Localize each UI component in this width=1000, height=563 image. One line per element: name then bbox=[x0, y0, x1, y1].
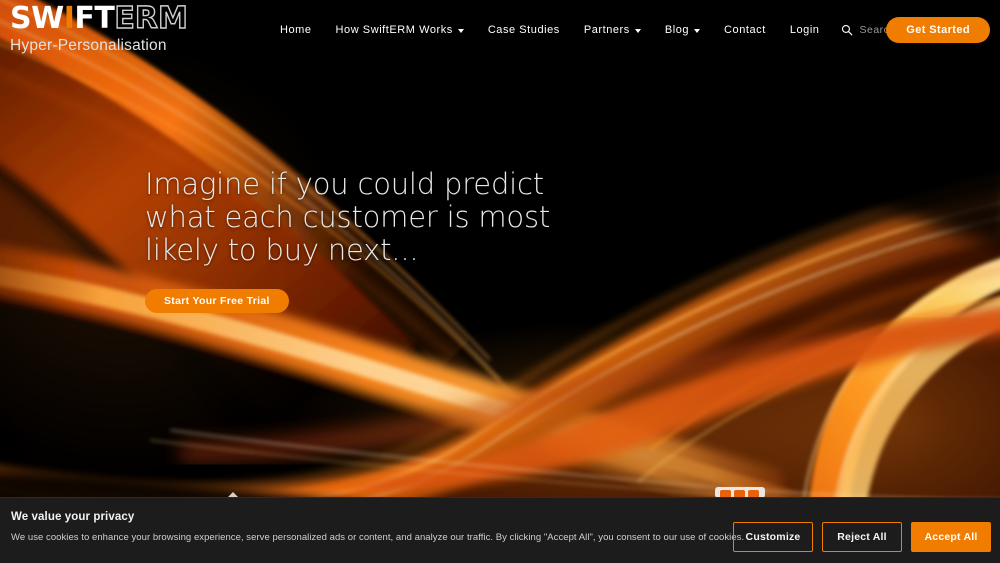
nav-item-home[interactable]: Home bbox=[268, 0, 324, 60]
accept-all-cookies-button[interactable]: Accept All bbox=[911, 522, 991, 552]
hero-heading-line-3: likely to buy next... bbox=[145, 233, 419, 267]
nav-item-how-swifterm-works[interactable]: How SwiftERM Works bbox=[324, 0, 476, 60]
nav-label: Case Studies bbox=[487, 24, 560, 36]
nav-item-blog[interactable]: Blog bbox=[653, 0, 712, 60]
logo-tagline: Hyper-Personalisation bbox=[10, 37, 167, 54]
cookie-consent-banner: We value your privacy We use cookies to … bbox=[0, 497, 1000, 563]
page-root: SWIFTERM Hyper-Personalisation Home How … bbox=[0, 0, 1000, 563]
nav-label: Home bbox=[280, 24, 312, 36]
hero-section: Imagine if you could predict what each c… bbox=[145, 168, 550, 313]
nav-label: How SwiftERM Works bbox=[335, 24, 453, 36]
site-header: SWIFTERM Hyper-Personalisation Home How … bbox=[0, 0, 1000, 60]
search-icon bbox=[842, 24, 853, 36]
main-navigation: Home How SwiftERM Works Case Studies Par… bbox=[268, 0, 916, 60]
logo-swift-text: SWIFT bbox=[10, 1, 115, 36]
get-started-button[interactable]: Get Started bbox=[886, 17, 990, 43]
logo-wordmark: SWIFTERM bbox=[10, 1, 189, 36]
site-logo[interactable]: SWIFTERM Hyper-Personalisation bbox=[10, 1, 189, 55]
hero-heading: Imagine if you could predict what each c… bbox=[145, 168, 550, 267]
start-free-trial-button[interactable]: Start Your Free Trial bbox=[145, 289, 289, 313]
nav-label: Blog bbox=[664, 24, 690, 36]
nav-label: Login bbox=[789, 24, 820, 36]
hero-heading-line-2: what each customer is most bbox=[145, 200, 551, 234]
hero-heading-line-1: Imagine if you could predict bbox=[145, 167, 544, 201]
partner-badge-partial bbox=[715, 484, 765, 498]
cookie-banner-title: We value your privacy bbox=[11, 511, 135, 523]
nav-item-contact[interactable]: Contact bbox=[712, 0, 778, 60]
cookie-banner-body: We use cookies to enhance your browsing … bbox=[11, 532, 745, 543]
nav-item-login[interactable]: Login bbox=[778, 0, 832, 60]
nav-item-case-studies[interactable]: Case Studies bbox=[476, 0, 572, 60]
reject-all-cookies-button[interactable]: Reject All bbox=[822, 522, 902, 552]
logo-i-accent: I bbox=[63, 1, 75, 36]
cookie-banner-actions: Customize Reject All Accept All bbox=[733, 522, 991, 552]
nav-label: Partners bbox=[583, 24, 630, 36]
nav-label: Contact bbox=[724, 24, 766, 36]
chevron-down-icon bbox=[694, 28, 701, 33]
customize-cookies-button[interactable]: Customize bbox=[733, 522, 813, 552]
chevron-down-icon bbox=[634, 28, 641, 33]
chevron-down-icon bbox=[457, 28, 464, 33]
nav-item-partners[interactable]: Partners bbox=[572, 0, 653, 60]
logo-erm-text: ERM bbox=[114, 1, 189, 36]
